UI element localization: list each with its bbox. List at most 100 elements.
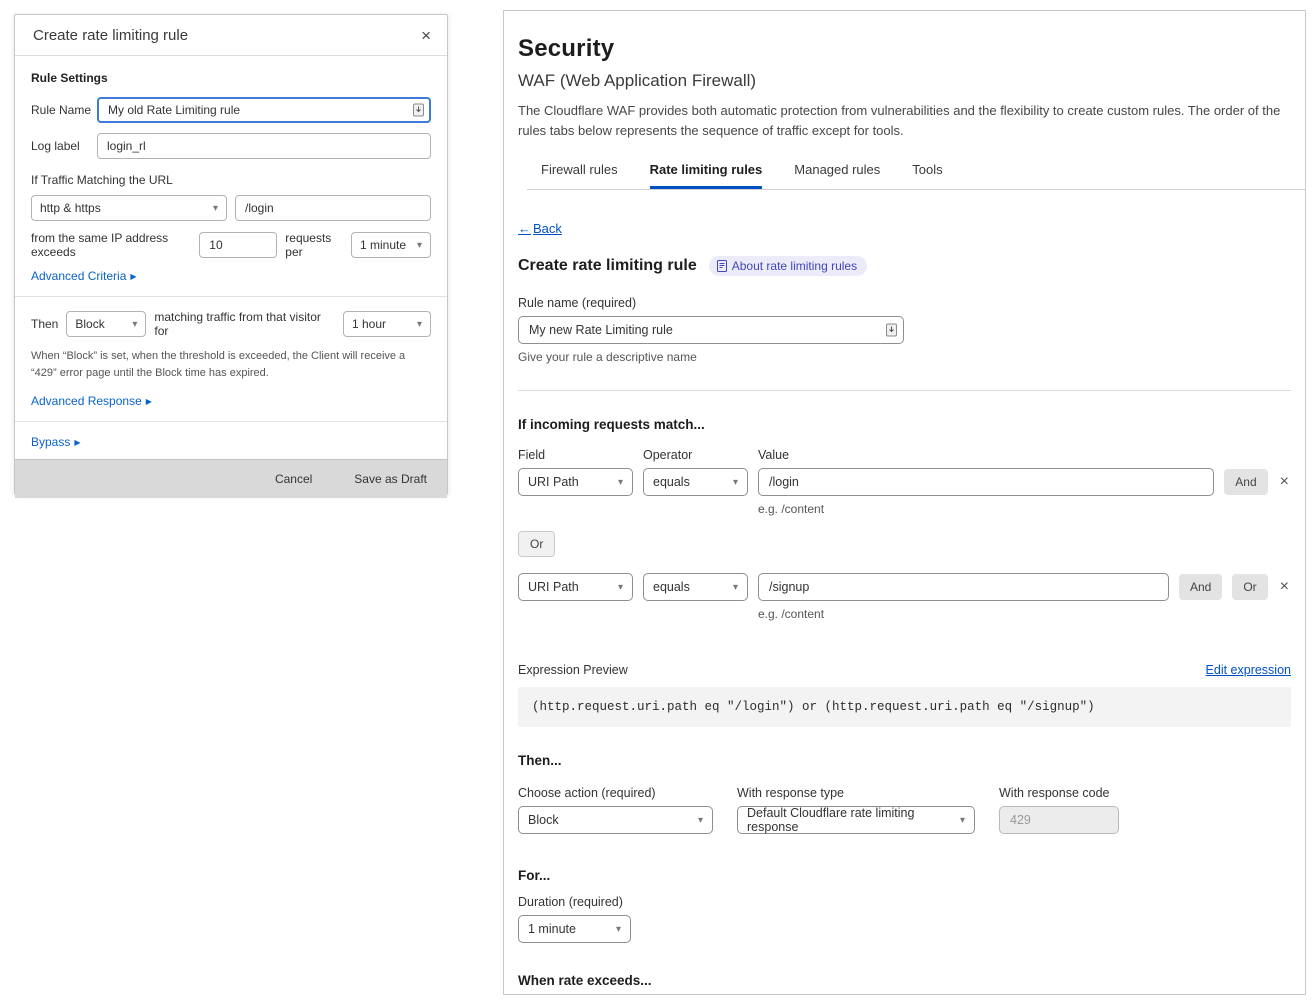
choose-action-col: Choose action (required) Block ▾ (518, 770, 713, 834)
disclosure-triangle-icon: ▶ (146, 397, 152, 406)
rule-name-row: Rule Name (31, 97, 431, 123)
value-input-wrap (758, 468, 1214, 496)
rule-name-input[interactable] (97, 97, 431, 123)
response-type-value: Default Cloudflare rate limiting respons… (747, 806, 954, 834)
chevron-down-icon: ▾ (132, 319, 137, 330)
chevron-down-icon: ▾ (616, 924, 621, 935)
operator-select[interactable]: equals ▾ (643, 468, 748, 496)
duration-select[interactable]: 1 minute ▾ (518, 915, 631, 943)
expression-header: Expression Preview Edit expression (518, 663, 1291, 677)
value-input-wrap (758, 573, 1169, 601)
period-select[interactable]: 1 minute ▾ (351, 232, 431, 258)
screenshot-stage: Create rate limiting rule × Rule Setting… (0, 0, 1316, 1003)
and-button[interactable]: And (1179, 574, 1222, 600)
back-label: Back (533, 221, 562, 236)
scheme-select-value: http & https (40, 201, 101, 215)
tab-firewall-rules[interactable]: Firewall rules (541, 162, 618, 189)
threshold-row: from the same IP address exceeds request… (31, 231, 431, 259)
or-button[interactable]: Or (1232, 574, 1267, 600)
duration-select[interactable]: 1 hour ▾ (343, 311, 431, 337)
edit-expression-link[interactable]: Edit expression (1206, 663, 1291, 677)
rule-row: URI Path ▾ equals ▾ And Or × (518, 573, 1291, 601)
advanced-criteria-link[interactable]: Advanced Criteria ▶ (31, 269, 137, 283)
then-row: Then Block ▾ matching traffic from that … (31, 310, 431, 338)
choose-action-label: Choose action (required) (518, 786, 713, 800)
bypass-label: Bypass (31, 435, 70, 449)
action-select-value: Block (75, 317, 104, 331)
divider (15, 421, 447, 422)
form-title: Create rate limiting rule (518, 257, 697, 275)
url-input-wrap (235, 195, 431, 221)
rule-name-label: Rule name (required) (518, 296, 1291, 310)
field-select[interactable]: URI Path ▾ (518, 573, 633, 601)
bypass-link[interactable]: Bypass ▶ (31, 435, 81, 449)
rate-heading: When rate exceeds... (518, 973, 1291, 988)
for-heading: For... (518, 868, 1291, 883)
value-input[interactable] (758, 573, 1169, 601)
remove-rule-icon[interactable]: × (1278, 578, 1291, 596)
choose-action-select[interactable]: Block ▾ (518, 806, 713, 834)
value-input[interactable] (758, 468, 1214, 496)
section-divider (518, 390, 1291, 391)
create-rate-limiting-dialog: Create rate limiting rule × Rule Setting… (14, 14, 448, 495)
action-select[interactable]: Block ▾ (66, 311, 146, 337)
duration-select-value: 1 hour (352, 317, 386, 331)
threshold-mid-text: requests per (285, 231, 343, 259)
response-type-label: With response type (737, 786, 975, 800)
log-label-input[interactable] (97, 133, 431, 159)
url-input[interactable] (235, 195, 431, 221)
duration-select-value: 1 minute (528, 922, 576, 936)
tab-managed-rules[interactable]: Managed rules (794, 162, 880, 189)
advanced-criteria-label: Advanced Criteria (31, 269, 126, 283)
rule-name-input[interactable] (518, 316, 904, 344)
scheme-select[interactable]: http & https ▾ (31, 195, 227, 221)
back-link[interactable]: ←Back (518, 221, 562, 236)
advanced-response-label: Advanced Response (31, 394, 142, 408)
url-match-row: http & https ▾ (31, 195, 431, 221)
or-connector-button[interactable]: Or (518, 531, 555, 557)
cancel-button[interactable]: Cancel (275, 472, 312, 486)
dialog-body: Rule Settings Rule Name Log label If Tra… (15, 56, 447, 459)
security-waf-panel: Security WAF (Web Application Firewall) … (503, 10, 1306, 995)
document-icon (717, 260, 727, 272)
then-label: Then (31, 317, 58, 331)
operator-select[interactable]: equals ▾ (643, 573, 748, 601)
log-label-row: Log label (31, 133, 431, 159)
chevron-down-icon: ▾ (417, 240, 422, 251)
rule-name-help: Give your rule a descriptive name (518, 350, 1291, 364)
field-column-label: Field (518, 448, 633, 462)
tab-tools[interactable]: Tools (912, 162, 942, 189)
remove-rule-icon[interactable]: × (1278, 473, 1291, 491)
waf-tabs: Firewall rules Rate limiting rules Manag… (541, 162, 1291, 189)
rule-name-input-wrap (97, 97, 431, 123)
autofill-icon[interactable] (413, 104, 424, 117)
then-mid-text: matching traffic from that visitor for (154, 310, 335, 338)
page-subtitle: WAF (Web Application Firewall) (518, 71, 1291, 91)
save-as-draft-button[interactable]: Save as Draft (354, 472, 427, 486)
dialog-title: Create rate limiting rule (33, 27, 188, 44)
autofill-icon[interactable] (886, 324, 897, 337)
about-rate-limiting-badge[interactable]: About rate limiting rules (709, 256, 867, 276)
threshold-input[interactable] (199, 232, 277, 258)
block-note: When “Block” is set, when the threshold … (31, 348, 431, 382)
advanced-response-link[interactable]: Advanced Response ▶ (31, 394, 152, 408)
operator-select-value: equals (653, 580, 690, 594)
operator-column-label: Operator (643, 448, 748, 462)
divider (15, 296, 447, 297)
operator-select-value: equals (653, 475, 690, 489)
field-select[interactable]: URI Path ▾ (518, 468, 633, 496)
dialog-header: Create rate limiting rule × (15, 15, 447, 56)
match-heading: If incoming requests match... (518, 417, 1291, 432)
log-label: Log label (31, 139, 97, 153)
rate-limit-form: ←Back Create rate limiting rule About ra… (518, 190, 1291, 995)
close-icon[interactable]: × (421, 27, 431, 44)
tab-rate-limiting-rules[interactable]: Rate limiting rules (650, 162, 763, 189)
period-select-value: 1 minute (360, 238, 406, 252)
and-button[interactable]: And (1224, 469, 1267, 495)
response-type-select[interactable]: Default Cloudflare rate limiting respons… (737, 806, 975, 834)
chevron-down-icon: ▾ (618, 477, 623, 488)
chevron-down-icon: ▾ (733, 582, 738, 593)
disclosure-triangle-icon: ▶ (130, 272, 136, 281)
chevron-down-icon: ▾ (417, 319, 422, 330)
threshold-prefix-text: from the same IP address exceeds (31, 231, 191, 259)
